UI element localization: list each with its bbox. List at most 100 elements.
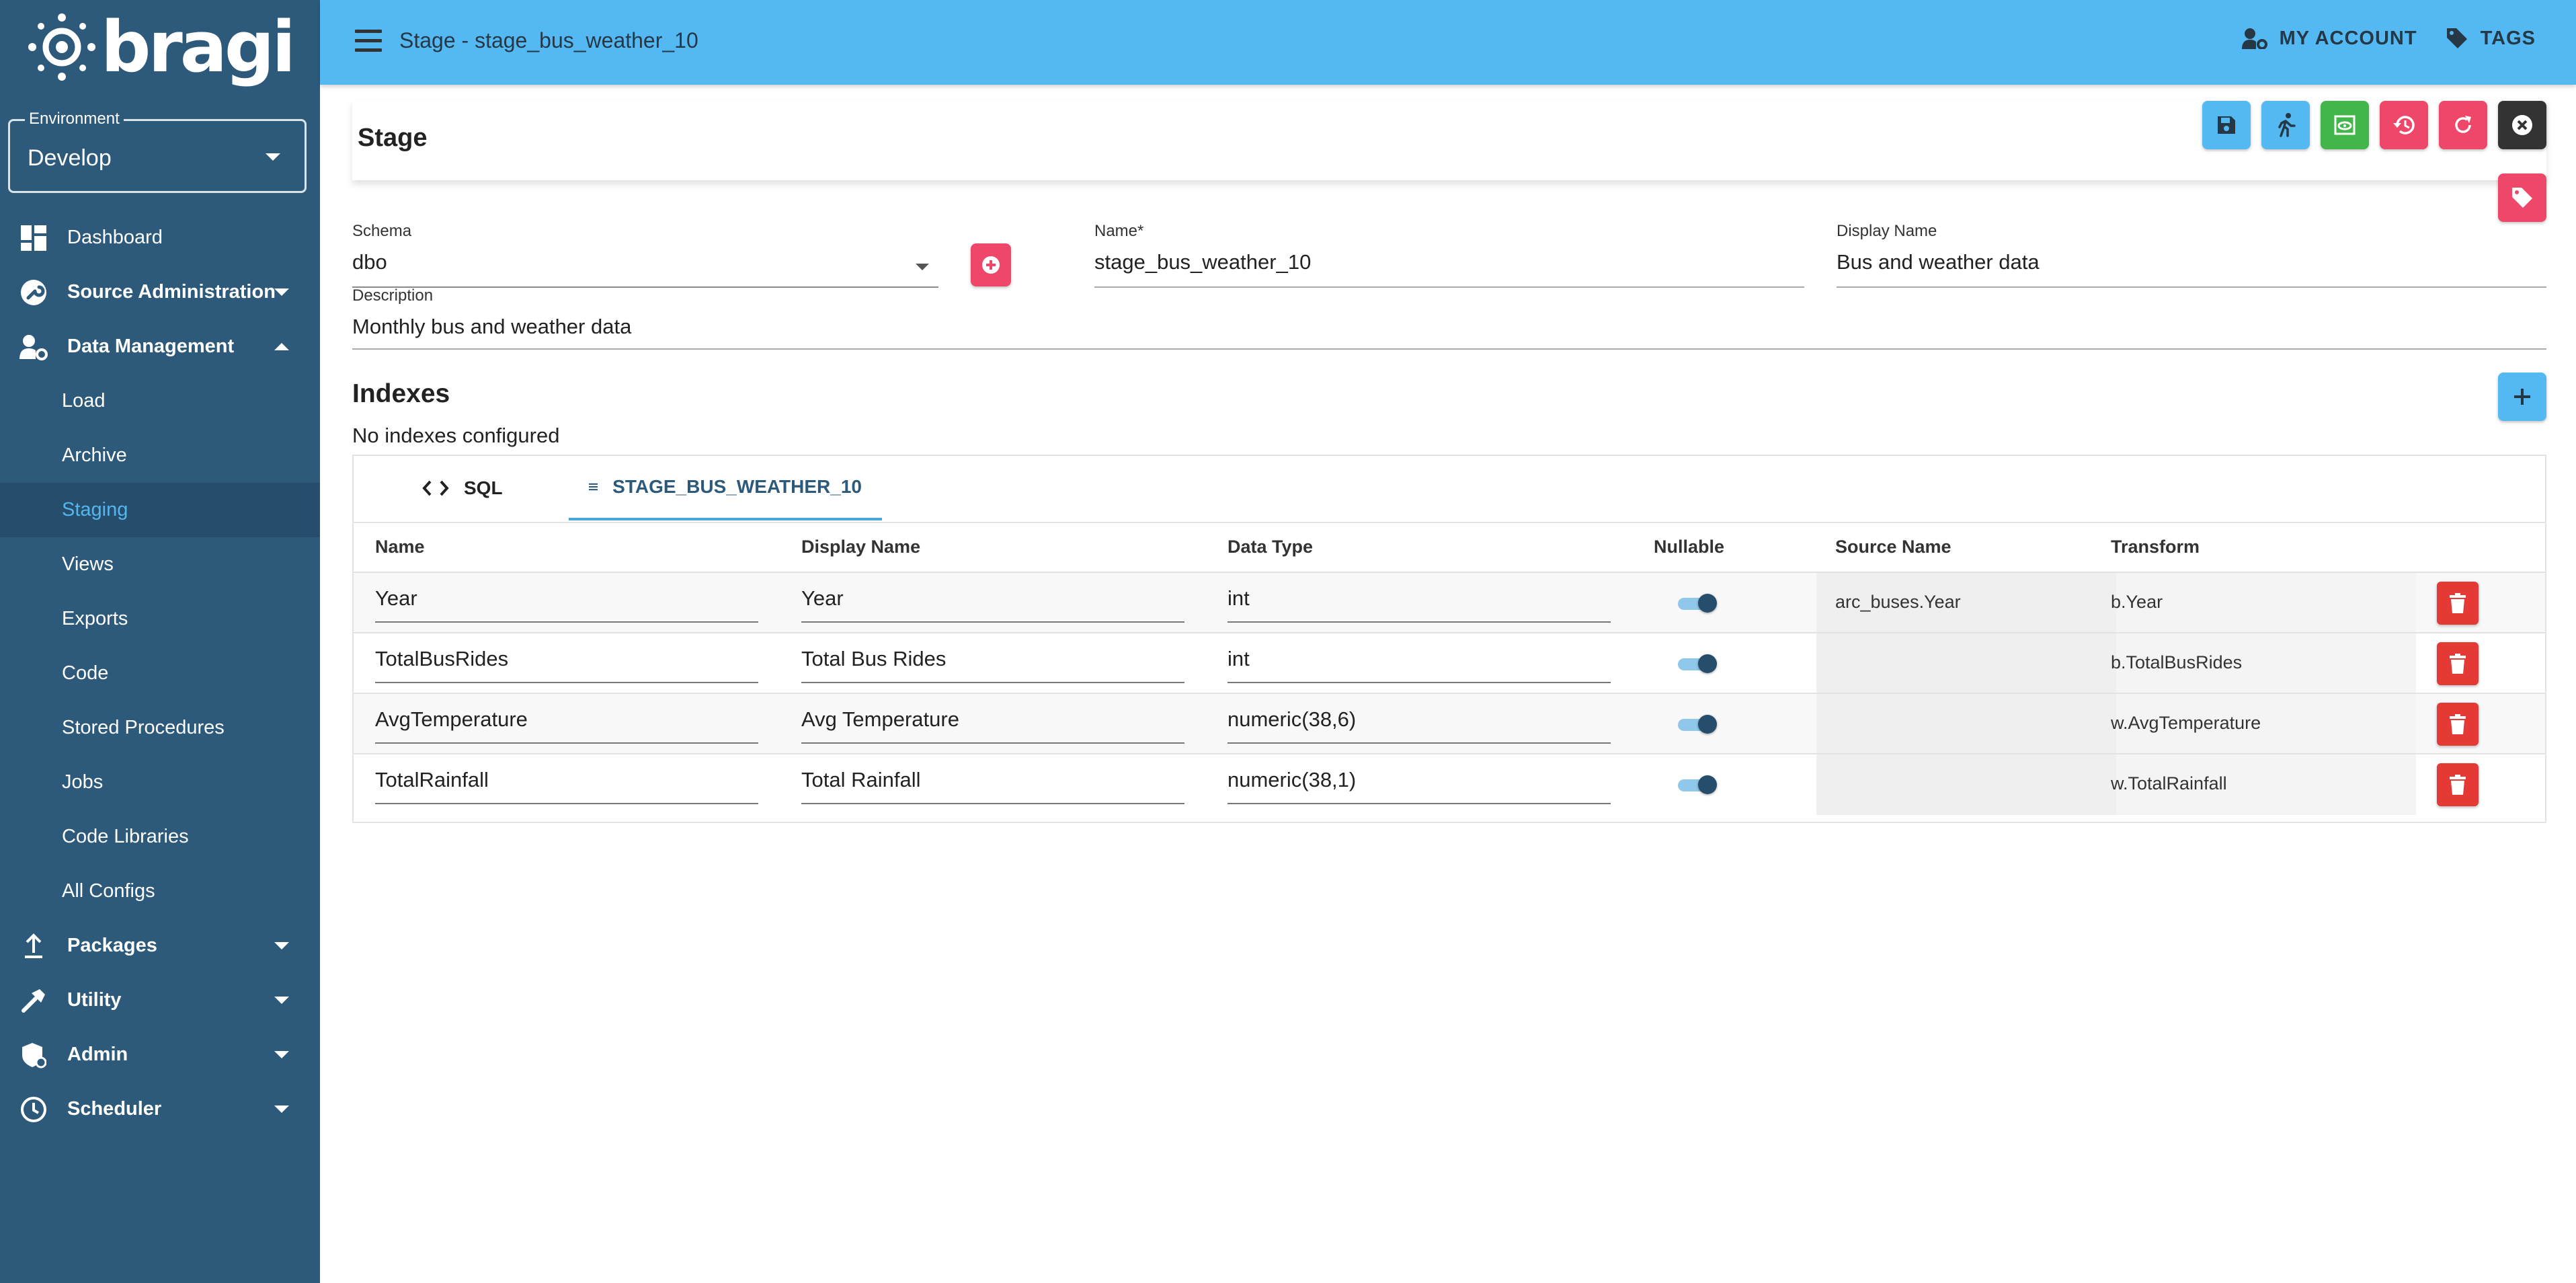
delete-column-button[interactable] (2437, 582, 2479, 625)
save-icon (2218, 116, 2235, 134)
upload-icon (19, 931, 48, 961)
column-header-source-name: Source Name (1835, 537, 1951, 557)
tab-sql[interactable]: SQL (422, 456, 514, 520)
sidebar-item-utility[interactable]: Utility (0, 973, 320, 1027)
transform-cell[interactable]: w.AvgTemperature (2111, 694, 2416, 754)
sidebar-item-load[interactable]: Load (0, 374, 320, 428)
add-circle-icon (982, 256, 1000, 274)
nullable-toggle[interactable] (1678, 775, 1718, 794)
close-icon (2512, 115, 2532, 135)
nullable-toggle[interactable] (1678, 594, 1718, 613)
tags-label: TAGS (2480, 27, 2536, 49)
tag-icon (2446, 28, 2467, 48)
sidebar-item-staging[interactable]: Staging (0, 483, 320, 537)
sidebar-item-data-management[interactable]: Data Management (0, 319, 320, 374)
refresh-icon (2455, 116, 2471, 133)
sidebar-item-exports[interactable]: Exports (0, 592, 320, 646)
my-account-button[interactable]: MY ACCOUNT (2241, 28, 2417, 50)
top-app-bar: Stage - stage_bus_weather_10 MY ACCOUNT … (320, 0, 2576, 85)
name-value: stage_bus_weather_10 (1094, 250, 1312, 274)
caret-down-icon (274, 997, 289, 1004)
column-name-input[interactable]: TotalRainfall (375, 768, 758, 804)
save-button[interactable] (2202, 101, 2251, 149)
sidebar-item-code[interactable]: Code (0, 646, 320, 701)
preview-button[interactable] (2321, 101, 2369, 149)
sidebar-item-all-configs[interactable]: All Configs (0, 864, 320, 919)
caret-up-icon (274, 343, 289, 350)
nullable-toggle[interactable] (1678, 654, 1718, 673)
sidebar-item-label: Dashboard (67, 227, 163, 248)
transform-cell[interactable]: w.TotalRainfall (2111, 754, 2416, 815)
menu-icon[interactable] (355, 30, 382, 54)
logo-mark-icon (28, 13, 95, 81)
transform-cell[interactable]: b.TotalBusRides (2111, 633, 2416, 694)
add-index-button[interactable] (2498, 373, 2546, 421)
refresh-button[interactable] (2439, 101, 2487, 149)
sidebar-item-admin[interactable]: Admin (0, 1027, 320, 1082)
sidebar-item-scheduler[interactable]: Scheduler (0, 1082, 320, 1136)
caret-down-icon (916, 264, 929, 270)
data-type-input[interactable]: int (1227, 586, 1611, 623)
shield-icon (19, 1040, 48, 1070)
sidebar-item-label: Packages (67, 935, 157, 956)
run-icon (2278, 113, 2296, 137)
columns-panel: SQL STAGE_BUS_WEATHER_10 Name Display Na… (352, 455, 2546, 823)
display-name-input[interactable]: Avg Temperature (801, 707, 1184, 744)
column-name-value: TotalBusRides (375, 647, 509, 670)
name-field[interactable]: Name* stage_bus_weather_10 (1094, 222, 1804, 288)
schema-select[interactable]: Schema dbo (352, 222, 938, 288)
sidebar-item-stored-procedures[interactable]: Stored Procedures (0, 701, 320, 755)
data-type-value: int (1227, 647, 1250, 670)
caret-down-icon (266, 153, 280, 161)
description-field[interactable]: Description Monthly bus and weather data (352, 286, 2546, 351)
transform-value: w.TotalRainfall (2111, 773, 2227, 793)
display-name-input[interactable]: Total Bus Rides (801, 647, 1184, 683)
data-type-input[interactable]: numeric(38,1) (1227, 768, 1611, 804)
tag-button[interactable] (2498, 173, 2546, 222)
sidebar-item-label: Views (62, 553, 114, 575)
delete-column-button[interactable] (2437, 763, 2479, 806)
transform-value: b.Year (2111, 592, 2163, 612)
display-name-input[interactable]: Total Rainfall (801, 768, 1184, 804)
stage-title: Stage (358, 124, 428, 152)
transform-cell[interactable]: b.Year (2111, 573, 2416, 633)
column-header-nullable: Nullable (1654, 537, 1725, 557)
column-name-input[interactable]: TotalBusRides (375, 647, 758, 683)
tab-label: SQL (464, 477, 503, 498)
run-button[interactable] (2261, 101, 2310, 149)
sidebar-item-packages[interactable]: Packages (0, 919, 320, 973)
display-name-value: Year (801, 586, 844, 610)
sidebar-item-label: Admin (67, 1044, 128, 1065)
description-value: Monthly bus and weather data (352, 315, 632, 338)
bragi-logo[interactable]: bragi (27, 12, 296, 82)
data-type-input[interactable]: numeric(38,6) (1227, 707, 1611, 744)
display-name-field[interactable]: Display Name Bus and weather data (1837, 222, 2546, 288)
sidebar-item-code-libraries[interactable]: Code Libraries (0, 810, 320, 864)
source-name-cell (1816, 694, 2116, 754)
sidebar-item-views[interactable]: Views (0, 537, 320, 592)
sidebar-item-archive[interactable]: Archive (0, 428, 320, 483)
delete-column-button[interactable] (2437, 703, 2479, 746)
column-name-input[interactable]: Year (375, 586, 758, 623)
history-button[interactable] (2380, 101, 2428, 149)
display-name-input[interactable]: Year (801, 586, 1184, 623)
data-type-input[interactable]: int (1227, 647, 1611, 683)
delete-column-button[interactable] (2437, 642, 2479, 685)
history-icon (2393, 116, 2415, 134)
column-name-value: TotalRainfall (375, 768, 489, 791)
nullable-toggle[interactable] (1678, 715, 1718, 734)
sidebar-item-label: All Configs (62, 880, 155, 902)
clock-icon (19, 1095, 48, 1124)
environment-select[interactable]: Environment Develop (8, 110, 307, 193)
sidebar-item-source-administration[interactable]: Source Administration (0, 265, 320, 319)
transform-value: w.AvgTemperature (2111, 713, 2261, 733)
sidebar-item-jobs[interactable]: Jobs (0, 755, 320, 810)
sidebar-item-dashboard[interactable]: Dashboard (0, 210, 320, 265)
tab-stage-bus-weather-10[interactable]: STAGE_BUS_WEATHER_10 (569, 456, 882, 520)
close-button[interactable] (2498, 101, 2546, 149)
trash-icon (2450, 593, 2466, 613)
add-schema-button[interactable] (971, 243, 1011, 286)
tags-button[interactable]: TAGS (2446, 27, 2536, 50)
column-name-input[interactable]: AvgTemperature (375, 707, 758, 744)
indexes-title: Indexes (352, 379, 450, 408)
